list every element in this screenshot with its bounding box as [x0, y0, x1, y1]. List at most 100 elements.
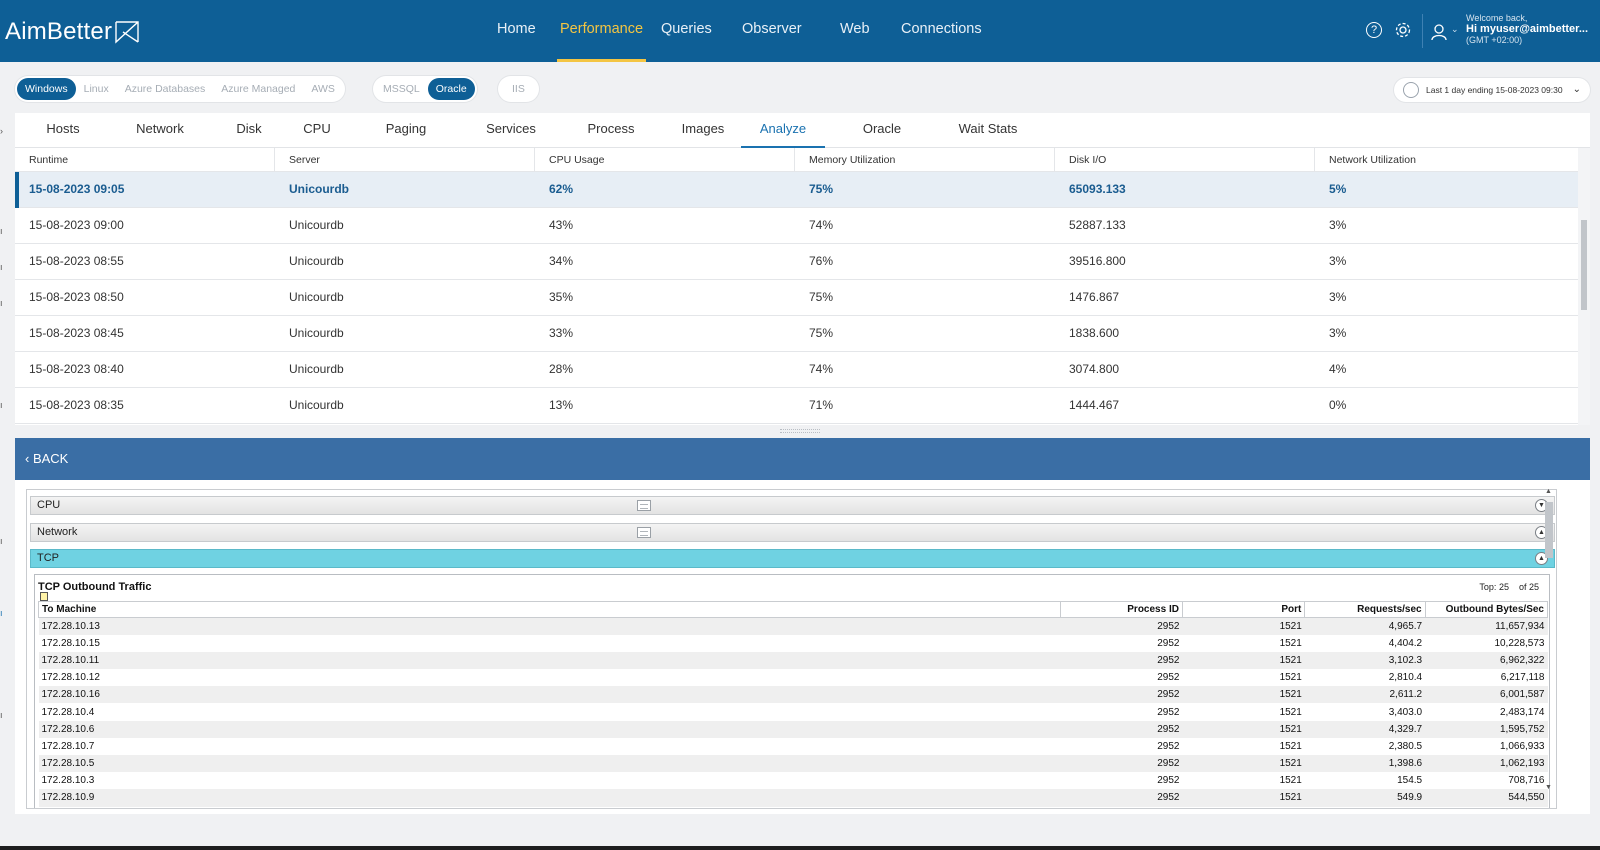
cell-outbound-bytes-sec: 1,062,193 [1425, 755, 1548, 773]
cell-disk-io: 1476.867 [1069, 290, 1120, 304]
tcp-row[interactable]: 172.28.10.15 2952 1521 4,404.2 10,228,573 [39, 635, 1548, 652]
nav-web[interactable]: Web [837, 0, 873, 62]
cell-port: 1521 [1279, 672, 1302, 684]
cell-memory-utilization: 75% [809, 290, 834, 304]
nav-home[interactable]: Home [494, 0, 539, 62]
nav-connections[interactable]: Connections [898, 0, 985, 62]
filter-oracle[interactable]: Oracle [427, 78, 475, 100]
grid-row[interactable]: 15-08-2023 08:45 Unicourdb 33% 75% 1838.600 3… [15, 316, 1578, 352]
tab-process[interactable]: Process [573, 113, 649, 148]
tab-oracle[interactable]: Oracle [849, 113, 915, 148]
cell-runtime: 15-08-2023 09:05 [29, 182, 125, 196]
cell-network-utilization: 0% [1329, 398, 1347, 412]
col-network-utilization[interactable]: Network Utilization [1315, 148, 1578, 172]
performance-tabs: Hosts Network Disk CPU Paging Services P… [15, 113, 1590, 148]
filter-linux[interactable]: Linux [76, 78, 117, 100]
tcp-row[interactable]: 172.28.10.13 2952 1521 4,965.7 11,657,934 [38, 617, 1548, 635]
grid-scrollbar[interactable] [1578, 148, 1590, 425]
col-memory-utilization[interactable]: Memory Utilization [795, 148, 1055, 172]
cell-to-machine: 172.28.10.7 [41, 740, 95, 752]
grid-row[interactable]: 15-08-2023 09:00 Unicourdb 43% 74% 52887.133… [15, 208, 1578, 244]
filter-iis[interactable]: IIS [504, 78, 533, 100]
tcp-row[interactable]: 172.28.10.9 2952 1521 549.9 544,550 [38, 789, 1548, 807]
filter-mssql[interactable]: MSSQL [375, 78, 428, 100]
tcp-row[interactable]: 172.28.10.3 2952 1521 154.5 708,716 [39, 772, 1548, 789]
help-icon[interactable]: ? [1366, 22, 1382, 38]
tcp-row[interactable]: 172.28.10.5 2952 1521 1,398.6 1,062,193 [38, 755, 1548, 773]
top-navigation-bar: AimBetter Home Performance Queries Obser… [0, 0, 1600, 62]
col-outbound-bytes-sec[interactable]: Outbound Bytes/Sec [1424, 601, 1549, 618]
grid-row[interactable]: 15-08-2023 08:40 Unicourdb 28% 74% 3074.800 4… [15, 352, 1578, 388]
grid-row[interactable]: 15-08-2023 08:50 Unicourdb 35% 75% 1476.867 3… [15, 280, 1578, 316]
cell-cpu-usage: 13% [549, 398, 574, 412]
cell-outbound-bytes-sec: 2,483,174 [1500, 706, 1545, 718]
cell-runtime: 15-08-2023 08:50 [29, 290, 124, 304]
user-icon[interactable] [1431, 23, 1447, 41]
top-value[interactable]: 25 [1499, 582, 1509, 592]
tab-wait-stats[interactable]: Wait Stats [941, 113, 1035, 148]
scroll-up-icon[interactable]: ▲ [1545, 488, 1552, 495]
cell-outbound-bytes-sec: 1,595,752 [1425, 720, 1548, 738]
col-runtime[interactable]: Runtime [15, 148, 275, 172]
tcp-table-body: 172.28.10.13 2952 1521 4,965.7 11,657,934 172… [38, 617, 1548, 807]
tab-disk[interactable]: Disk [225, 113, 273, 148]
edit-icon[interactable] [40, 592, 48, 601]
tab-network[interactable]: Network [123, 113, 197, 148]
time-range-label: Last 1 day ending 15-08-2023 09:30 [1426, 85, 1563, 95]
col-cpu-usage[interactable]: CPU Usage [535, 148, 795, 172]
grid-row[interactable]: 15-08-2023 08:55 Unicourdb 34% 76% 39516.800… [15, 244, 1578, 280]
tab-paging[interactable]: Paging [375, 113, 437, 148]
grid-row[interactable]: 15-08-2023 09:05 Unicourdb 62% 75% 65093.133… [15, 172, 1578, 208]
nav-observer[interactable]: Observer [739, 0, 805, 62]
tcp-row[interactable]: 172.28.10.16 2952 1521 2,611.2 6,001,587 [38, 686, 1548, 704]
col-requests-sec[interactable]: Requests/sec [1304, 601, 1426, 618]
settings-gear-icon[interactable] [1394, 21, 1412, 39]
back-button[interactable]: ‹ BACK [25, 451, 68, 466]
brand-logo[interactable]: AimBetter [5, 18, 140, 46]
tcp-table: To Machine Process ID Port Requests/sec … [38, 601, 1549, 807]
filter-azure-managed[interactable]: Azure Managed [213, 78, 303, 100]
scroll-down-icon[interactable]: ▼ [1545, 784, 1552, 791]
section-tcp[interactable]: TCP ▲ [30, 549, 1555, 568]
tab-hosts[interactable]: Hosts [33, 113, 93, 148]
col-to-machine[interactable]: To Machine [38, 601, 1061, 618]
tab-images[interactable]: Images [667, 113, 739, 148]
filter-windows[interactable]: Windows [17, 78, 76, 100]
tab-services[interactable]: Services [471, 113, 551, 148]
cell-runtime: 15-08-2023 08:55 [29, 254, 124, 268]
col-server[interactable]: Server [275, 148, 535, 172]
cell-port: 1521 [1182, 651, 1305, 670]
pane-splitter-handle[interactable] [780, 429, 820, 433]
col-process-id[interactable]: Process ID [1059, 601, 1183, 618]
tab-cpu[interactable]: CPU [295, 113, 339, 148]
cell-port: 1521 [1279, 706, 1302, 718]
nav-performance[interactable]: Performance [557, 0, 647, 62]
grid-row[interactable]: 15-08-2023 08:35 Unicourdb 13% 71% 1444.467 0… [15, 388, 1578, 424]
tcp-row[interactable]: 172.28.10.11 2952 1521 3,102.3 6,962,322 [38, 651, 1548, 670]
time-range-picker[interactable]: Last 1 day ending 15-08-2023 09:30 ⌄ [1394, 78, 1590, 102]
user-menu-chevron-icon[interactable]: ⌄ [1451, 24, 1459, 35]
cell-process-id: 2952 [1157, 740, 1180, 752]
tcp-panel-title: TCP Outbound Traffic [38, 581, 152, 593]
tcp-row[interactable]: 172.28.10.7 2952 1521 2,380.5 1,066,933 [39, 738, 1548, 755]
cell-to-machine: 172.28.10.3 [41, 775, 95, 787]
detail-scrollbar[interactable]: ▲ ▼ [1543, 488, 1555, 808]
cell-network-utilization: 3% [1329, 218, 1347, 232]
col-disk-io[interactable]: Disk I/O [1055, 148, 1315, 172]
filter-aws[interactable]: AWS [303, 78, 343, 100]
cell-server: Unicourdb [289, 182, 349, 196]
section-network[interactable]: Network ▲ [30, 523, 1555, 542]
tcp-row[interactable]: 172.28.10.12 2952 1521 2,810.4 6,217,118 [39, 669, 1548, 686]
nav-queries[interactable]: Queries [658, 0, 715, 62]
grid-scroll-thumb[interactable] [1581, 220, 1587, 310]
col-port[interactable]: Port [1181, 601, 1306, 618]
user-name: Hi myuser@aimbetter... [1466, 23, 1588, 35]
table-view-icon[interactable] [637, 527, 651, 538]
section-cpu[interactable]: CPU ▼ [30, 496, 1555, 515]
detail-scroll-thumb[interactable] [1545, 502, 1553, 558]
filter-azure-databases[interactable]: Azure Databases [117, 78, 214, 100]
tab-analyze[interactable]: Analyze [741, 113, 825, 148]
table-view-icon[interactable] [637, 500, 651, 511]
tcp-row[interactable]: 172.28.10.4 2952 1521 3,403.0 2,483,174 [39, 703, 1548, 720]
tcp-row[interactable]: 172.28.10.6 2952 1521 4,329.7 1,595,752 [38, 720, 1548, 738]
